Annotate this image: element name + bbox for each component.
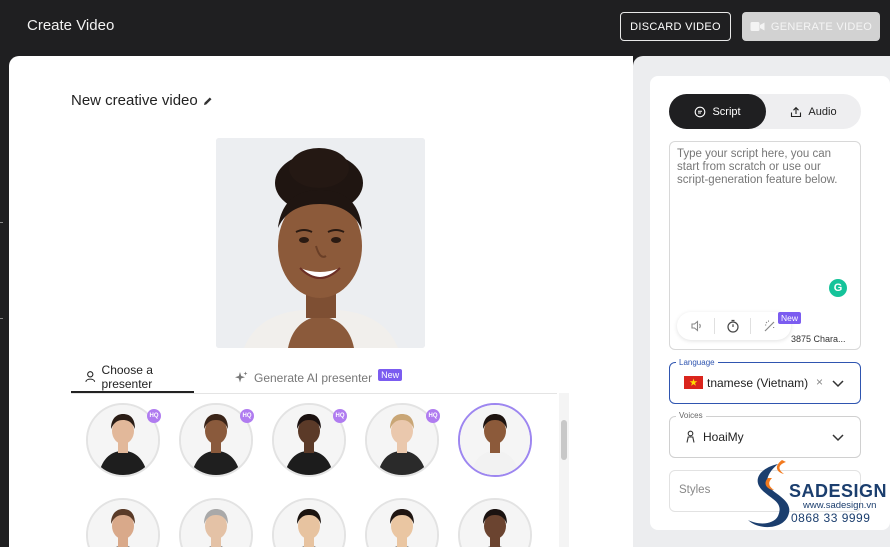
tab-audio[interactable]: Audio (766, 94, 861, 129)
presenter-photo (460, 405, 530, 475)
watermark-brand: SADESIGN (789, 481, 888, 501)
script-tools (677, 312, 791, 340)
upload-icon (791, 106, 802, 117)
page-title: Create Video (27, 17, 115, 34)
tab-script[interactable]: Script (669, 94, 766, 129)
presenter-photo (181, 500, 251, 547)
script-placeholder: Type your script here, you can start fro… (677, 148, 838, 186)
grammarly-icon[interactable]: G (829, 279, 847, 297)
presenter-grid: HQ HQ HQ HQ (86, 403, 546, 547)
discard-video-button[interactable]: DISCARD VIDEO (620, 12, 731, 41)
video-camera-icon (750, 22, 765, 31)
presenter-scrollbar[interactable] (559, 393, 569, 547)
watermark-phone: 0868 33 9999 (791, 511, 871, 525)
presenter-photo (460, 500, 530, 547)
language-label: Language (676, 358, 718, 367)
magic-wand-icon[interactable] (762, 318, 778, 334)
tools-new-badge: New (778, 312, 802, 324)
chevron-down-icon[interactable] (831, 430, 845, 444)
discard-video-label: DISCARD VIDEO (630, 20, 721, 33)
chevron-down-icon[interactable] (831, 376, 845, 390)
presenter-photo (367, 500, 437, 547)
presenter-avatar[interactable] (179, 498, 253, 547)
tab-generate-ai-presenter[interactable]: Generate AI presenter New (234, 362, 403, 393)
clear-language-button[interactable]: × (816, 375, 823, 389)
new-badge: New (378, 368, 403, 381)
hq-badge: HQ (147, 409, 161, 423)
tab-generate-ai-label: Generate AI presenter (254, 370, 373, 385)
grammarly-letter: G (833, 282, 843, 294)
video-title[interactable]: New creative video (71, 92, 213, 109)
presenter-photo (88, 500, 158, 547)
presenter-avatar[interactable] (272, 498, 346, 547)
scrollbar-thumb[interactable] (561, 420, 567, 460)
presenter-avatar[interactable] (86, 498, 160, 547)
tool-separator (714, 318, 715, 334)
voice-person-icon (686, 430, 695, 443)
edge-marker (0, 318, 3, 319)
person-icon (85, 371, 96, 382)
tab-choose-presenter-label: Choose a presenter (101, 362, 153, 391)
tab-script-label: Script (712, 105, 741, 118)
sparkle-icon (235, 371, 248, 383)
video-title-text: New creative video (71, 92, 198, 109)
language-value: tnamese (Vietnam) (707, 376, 809, 390)
generate-video-label: GENERATE VIDEO (770, 20, 873, 33)
presenter-preview (216, 138, 425, 348)
presenter-avatar[interactable] (365, 498, 439, 547)
presenter-photo (274, 500, 344, 547)
watermark-url: www.sadesign.vn (803, 500, 877, 511)
hq-badge: HQ (333, 409, 347, 423)
hq-badge: HQ (240, 409, 254, 423)
hq-badge: HQ (426, 409, 440, 423)
speaker-icon[interactable] (689, 318, 705, 334)
presenter-avatar[interactable] (458, 498, 532, 547)
chat-icon (695, 106, 706, 117)
presenter-avatar[interactable] (458, 403, 532, 477)
timer-icon[interactable] (725, 318, 741, 334)
tab-audio-label: Audio (808, 105, 837, 118)
generate-video-button[interactable]: GENERATE VIDEO (742, 12, 880, 41)
vietnam-flag-icon (684, 376, 703, 389)
edge-marker (0, 222, 3, 223)
styles-placeholder: Styles (679, 484, 711, 496)
pencil-icon[interactable] (203, 96, 213, 106)
tab-choose-presenter[interactable]: Choose a presenter (71, 362, 194, 393)
character-count: 3875 Chara... (791, 334, 846, 344)
voice-value: HoaiMy (703, 430, 744, 444)
voices-label: Voices (676, 411, 706, 420)
presenter-portrait (216, 138, 425, 348)
tool-separator (750, 318, 751, 334)
tabs-divider (71, 393, 557, 394)
